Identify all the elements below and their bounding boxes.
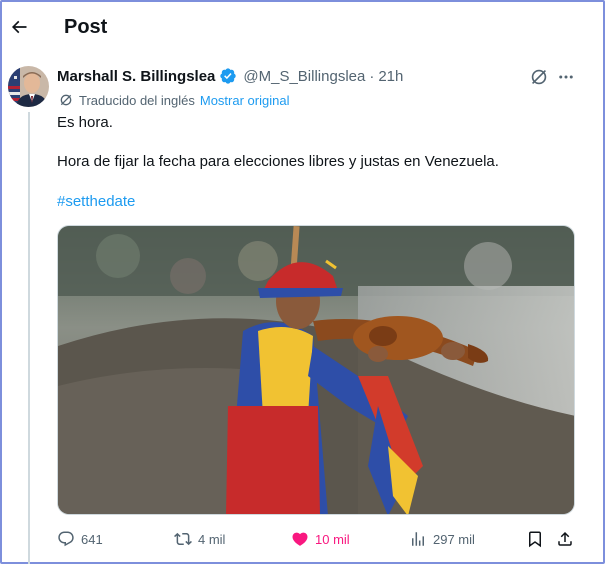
repost-count: 4 mil xyxy=(198,531,226,547)
repost-button[interactable]: 4 mil xyxy=(174,525,225,553)
more-options-button[interactable] xyxy=(555,66,577,88)
bookmark-icon xyxy=(529,531,541,548)
more-icon xyxy=(559,75,573,79)
reply-icon xyxy=(58,531,74,547)
avatar-image xyxy=(8,66,49,107)
author-name[interactable]: Marshall S. Billingslea xyxy=(57,68,215,85)
separator-dot: · xyxy=(369,67,375,85)
share-button[interactable] xyxy=(556,525,574,553)
post-time[interactable]: 21h xyxy=(378,68,403,85)
avatar[interactable] xyxy=(8,66,49,107)
grok-icon xyxy=(531,69,547,85)
author-handle[interactable]: @M_S_Billingslea xyxy=(243,68,365,85)
views-count: 297 mil xyxy=(433,531,475,547)
views-icon xyxy=(412,532,424,546)
page-title: Post xyxy=(64,16,108,38)
bookmark-button[interactable] xyxy=(526,525,544,553)
grok-button[interactable] xyxy=(528,66,550,88)
translation-notice: Traducido del inglés Mostrar original xyxy=(58,91,289,109)
verified-badge-icon xyxy=(219,67,237,85)
back-button[interactable] xyxy=(8,12,30,42)
like-button[interactable]: 10 mil xyxy=(291,525,350,553)
back-arrow-icon xyxy=(11,20,27,34)
hashtag-link[interactable]: #setthedate xyxy=(57,193,135,210)
violinist-photo xyxy=(58,226,574,514)
action-bar: 641 4 mil 10 mil 297 mil xyxy=(0,525,605,553)
page-header: Post xyxy=(0,0,605,56)
share-icon xyxy=(558,531,572,546)
thread-line xyxy=(28,112,30,564)
post-photo[interactable] xyxy=(57,225,575,515)
translated-label: Traducido del inglés xyxy=(79,92,195,108)
author-row: Marshall S. Billingslea @M_S_Billingslea… xyxy=(57,66,403,86)
show-original-link[interactable]: Mostrar original xyxy=(200,93,290,108)
reply-count: 641 xyxy=(81,531,103,547)
reply-button[interactable]: 641 xyxy=(57,525,103,553)
like-count: 10 mil xyxy=(315,531,350,547)
views-button[interactable]: 297 mil xyxy=(409,525,475,553)
repost-icon xyxy=(174,532,192,546)
post-text-line-1: Es hora. xyxy=(57,114,113,131)
post-text-line-2: Hora de fijar la fecha para elecciones l… xyxy=(57,153,499,170)
like-icon xyxy=(292,532,308,546)
translate-icon xyxy=(58,92,74,108)
